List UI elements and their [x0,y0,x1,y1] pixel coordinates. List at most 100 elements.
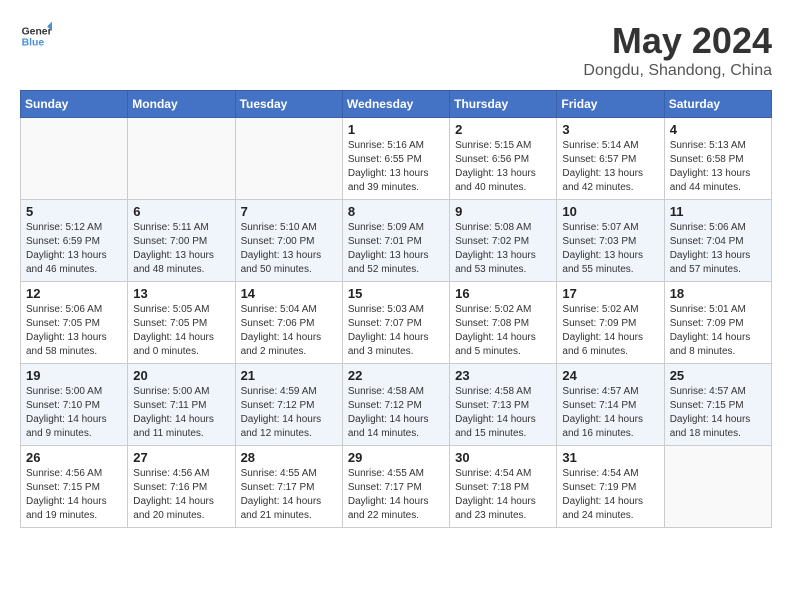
calendar-cell-w2-d7: 11 Sunrise: 5:06 AMSunset: 7:04 PMDayligh… [664,200,771,282]
cell-content: Sunrise: 5:02 AMSunset: 7:09 PMDaylight:… [562,303,658,359]
cell-content: Sunrise: 5:11 AMSunset: 7:00 PMDaylight:… [133,221,229,277]
cell-content: Sunrise: 4:54 AMSunset: 7:18 PMDaylight:… [455,467,551,523]
day-number: 26 [26,450,122,465]
col-sunday: Sunday [21,91,128,118]
col-thursday: Thursday [450,91,557,118]
calendar-cell-w5-d4: 29 Sunrise: 4:55 AMSunset: 7:17 PMDayligh… [342,446,449,528]
day-number: 5 [26,204,122,219]
logo-icon: General Blue [20,20,52,52]
calendar-cell-w5-d2: 27Sunrise: 4:56 AMSunset: 7:16 PMDayligh… [128,446,235,528]
calendar-cell-w5-d1: 26Sunrise: 4:56 AMSunset: 7:15 PMDayligh… [21,446,128,528]
cell-content: Sunrise: 4:56 AMSunset: 7:16 PMDaylight:… [133,467,229,523]
title-block: May 2024 Dongdu, Shandong, China [583,20,772,80]
day-number: 30 [455,450,551,465]
calendar-cell-w2-d5: 9 Sunrise: 5:08 AMSunset: 7:02 PMDaylight… [450,200,557,282]
calendar-cell-w4-d5: 23 Sunrise: 4:58 AMSunset: 7:13 PMDayligh… [450,364,557,446]
day-number: 25 [670,368,766,383]
svg-text:Blue: Blue [22,38,45,49]
week-row-5: 26Sunrise: 4:56 AMSunset: 7:15 PMDayligh… [21,446,772,528]
page-header: General Blue May 2024 Dongdu, Shandong, … [20,20,772,80]
day-number: 28 [241,450,337,465]
day-number: 19 [26,368,122,383]
calendar-cell-w5-d5: 30 Sunrise: 4:54 AMSunset: 7:18 PMDayligh… [450,446,557,528]
calendar-cell-w1-d5: 2 Sunrise: 5:15 AMSunset: 6:56 PMDaylight… [450,118,557,200]
col-wednesday: Wednesday [342,91,449,118]
day-number: 1 [348,122,444,137]
cell-content: Sunrise: 5:13 AMSunset: 6:58 PMDaylight:… [670,139,766,195]
svg-text:General: General [22,26,52,37]
day-number: 16 [455,286,551,301]
day-number: 22 [348,368,444,383]
cell-content: Sunrise: 5:02 AMSunset: 7:08 PMDaylight:… [455,303,551,359]
calendar-cell-w4-d7: 25Sunrise: 4:57 AMSunset: 7:15 PMDayligh… [664,364,771,446]
day-number: 12 [26,286,122,301]
cell-content: Sunrise: 4:55 AMSunset: 7:17 PMDaylight:… [241,467,337,523]
calendar-cell-w5-d3: 28 Sunrise: 4:55 AMSunset: 7:17 PMDayligh… [235,446,342,528]
cell-content: Sunrise: 4:58 AMSunset: 7:12 PMDaylight:… [348,385,444,441]
calendar-cell-w1-d4: 1 Sunrise: 5:16 AMSunset: 6:55 PMDaylight… [342,118,449,200]
day-number: 11 [670,204,766,219]
day-number: 14 [241,286,337,301]
day-number: 29 [348,450,444,465]
cell-content: Sunrise: 5:12 AMSunset: 6:59 PMDaylight:… [26,221,122,277]
calendar-cell-w4-d3: 21 Sunrise: 4:59 AMSunset: 7:12 PMDayligh… [235,364,342,446]
calendar-header-row: Sunday Monday Tuesday Wednesday Thursday… [21,91,772,118]
cell-content: Sunrise: 5:00 AMSunset: 7:10 PMDaylight:… [26,385,122,441]
cell-content: Sunrise: 5:09 AMSunset: 7:01 PMDaylight:… [348,221,444,277]
calendar-cell-w4-d6: 24Sunrise: 4:57 AMSunset: 7:14 PMDayligh… [557,364,664,446]
day-number: 3 [562,122,658,137]
calendar-cell-w5-d6: 31Sunrise: 4:54 AMSunset: 7:19 PMDayligh… [557,446,664,528]
cell-content: Sunrise: 5:05 AMSunset: 7:05 PMDaylight:… [133,303,229,359]
calendar-cell-w3-d3: 14Sunrise: 5:04 AMSunset: 7:06 PMDayligh… [235,282,342,364]
calendar-cell-w2-d2: 6Sunrise: 5:11 AMSunset: 7:00 PMDaylight… [128,200,235,282]
cell-content: Sunrise: 5:07 AMSunset: 7:03 PMDaylight:… [562,221,658,277]
cell-content: Sunrise: 4:58 AMSunset: 7:13 PMDaylight:… [455,385,551,441]
calendar-cell-w2-d3: 7Sunrise: 5:10 AMSunset: 7:00 PMDaylight… [235,200,342,282]
col-tuesday: Tuesday [235,91,342,118]
week-row-3: 12 Sunrise: 5:06 AMSunset: 7:05 PMDayligh… [21,282,772,364]
calendar-cell-w3-d4: 15 Sunrise: 5:03 AMSunset: 7:07 PMDayligh… [342,282,449,364]
calendar-cell-w1-d6: 3 Sunrise: 5:14 AMSunset: 6:57 PMDaylight… [557,118,664,200]
month-year-title: May 2024 [583,20,772,62]
calendar-cell-w3-d2: 13 Sunrise: 5:05 AMSunset: 7:05 PMDayligh… [128,282,235,364]
day-number: 24 [562,368,658,383]
cell-content: Sunrise: 5:06 AMSunset: 7:04 PMDaylight:… [670,221,766,277]
week-row-2: 5 Sunrise: 5:12 AMSunset: 6:59 PMDaylight… [21,200,772,282]
calendar-cell-w2-d4: 8 Sunrise: 5:09 AMSunset: 7:01 PMDaylight… [342,200,449,282]
cell-content: Sunrise: 4:54 AMSunset: 7:19 PMDaylight:… [562,467,658,523]
cell-content: Sunrise: 5:03 AMSunset: 7:07 PMDaylight:… [348,303,444,359]
col-monday: Monday [128,91,235,118]
calendar-cell-w1-d1 [21,118,128,200]
cell-content: Sunrise: 5:14 AMSunset: 6:57 PMDaylight:… [562,139,658,195]
calendar-cell-w3-d1: 12 Sunrise: 5:06 AMSunset: 7:05 PMDayligh… [21,282,128,364]
day-number: 8 [348,204,444,219]
day-number: 18 [670,286,766,301]
day-number: 13 [133,286,229,301]
logo: General Blue [20,20,52,52]
cell-content: Sunrise: 5:06 AMSunset: 7:05 PMDaylight:… [26,303,122,359]
calendar-cell-w5-d7 [664,446,771,528]
day-number: 23 [455,368,551,383]
location-subtitle: Dongdu, Shandong, China [583,62,772,80]
day-number: 2 [455,122,551,137]
cell-content: Sunrise: 5:08 AMSunset: 7:02 PMDaylight:… [455,221,551,277]
cell-content: Sunrise: 4:55 AMSunset: 7:17 PMDaylight:… [348,467,444,523]
calendar-cell-w1-d2 [128,118,235,200]
cell-content: Sunrise: 5:16 AMSunset: 6:55 PMDaylight:… [348,139,444,195]
cell-content: Sunrise: 5:00 AMSunset: 7:11 PMDaylight:… [133,385,229,441]
col-friday: Friday [557,91,664,118]
calendar-cell-w1-d3 [235,118,342,200]
calendar-cell-w4-d1: 19 Sunrise: 5:00 AMSunset: 7:10 PMDayligh… [21,364,128,446]
day-number: 21 [241,368,337,383]
day-number: 15 [348,286,444,301]
cell-content: Sunrise: 4:59 AMSunset: 7:12 PMDaylight:… [241,385,337,441]
calendar-cell-w1-d7: 4 Sunrise: 5:13 AMSunset: 6:58 PMDaylight… [664,118,771,200]
day-number: 4 [670,122,766,137]
week-row-1: 1 Sunrise: 5:16 AMSunset: 6:55 PMDaylight… [21,118,772,200]
cell-content: Sunrise: 5:15 AMSunset: 6:56 PMDaylight:… [455,139,551,195]
day-number: 9 [455,204,551,219]
day-number: 10 [562,204,658,219]
day-number: 7 [241,204,337,219]
week-row-4: 19 Sunrise: 5:00 AMSunset: 7:10 PMDayligh… [21,364,772,446]
calendar-table: Sunday Monday Tuesday Wednesday Thursday… [20,90,772,528]
